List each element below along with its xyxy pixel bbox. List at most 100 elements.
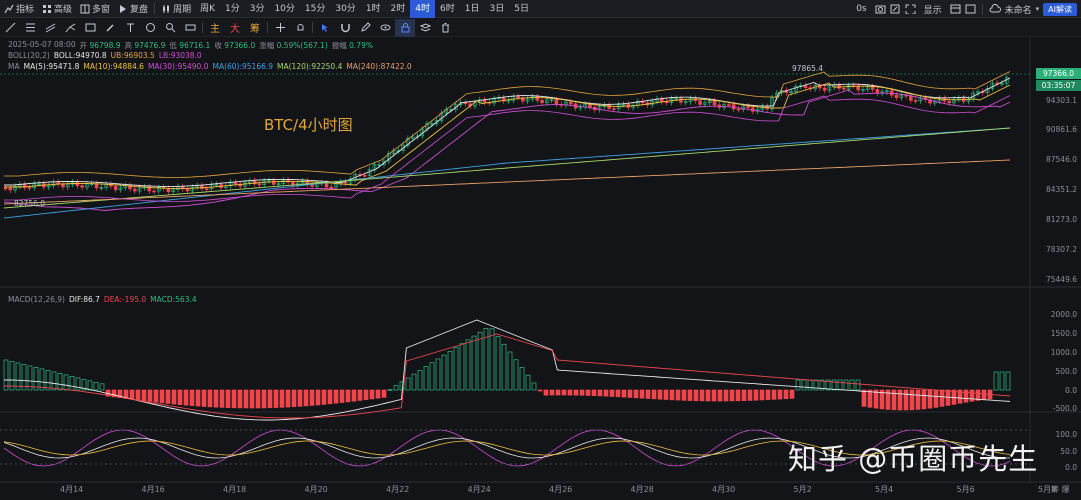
visibility-icon[interactable] [375,19,395,37]
macd-bar [591,389,597,397]
macd-bar [291,389,297,408]
macd-bar [849,379,855,391]
price-axis-label: 84351.2 [1045,185,1077,194]
interval-tab[interactable]: 1时 [361,0,386,18]
replay-label: 复盘 [130,5,149,15]
candle-body [540,99,544,104]
interval-tab[interactable]: 周K [195,0,220,18]
brush-icon[interactable] [100,19,120,37]
crosshair-icon[interactable] [270,19,290,37]
chevron-down-icon[interactable]: ▾ [1036,5,1040,13]
interval-tab[interactable]: 6时 [435,0,460,18]
macd-bar [165,389,171,404]
candle-body [664,101,669,104]
interval-tab[interactable]: 3分 [245,0,270,18]
replay-icon [120,4,127,13]
window-icon[interactable] [965,4,976,14]
low-marker: 82756.0 [14,199,46,208]
interval-tab[interactable]: 1分 [220,0,245,18]
magnet-icon[interactable] [335,19,355,37]
pitchfork-icon[interactable] [60,19,80,37]
edit-icon[interactable] [890,4,901,14]
interval-tab[interactable]: 15分 [300,0,330,18]
rectangle-tool-icon[interactable] [80,19,100,37]
macd-bar [501,343,507,391]
countdown-tag: 03:35:07 [1036,80,1081,91]
macd-bar [321,389,327,405]
layout-icon[interactable] [950,4,961,14]
candle-body [727,104,731,106]
text-tool-icon[interactable] [120,19,140,37]
macd-bar [531,382,537,391]
layout-name[interactable]: 未命名 [1005,0,1032,18]
main-force-button[interactable]: 主 [205,19,225,37]
channel-tool-icon[interactable] [40,19,60,37]
ma60-line [3,127,1011,219]
layers-icon[interactable] [415,19,435,37]
big-order-button[interactable]: 大 [225,19,245,37]
pencil-icon[interactable] [355,19,375,37]
camera-icon[interactable] [875,4,886,14]
macd-axis-label: 0.0 [1065,386,1077,395]
macd-bar [627,389,633,398]
ai-analysis-button[interactable]: AI解读 [1043,2,1077,16]
macd-bar [351,389,357,402]
premium-button[interactable]: 高级 [38,0,76,18]
candle-body [659,98,664,103]
menu-icon[interactable] [20,19,40,37]
indicators-button[interactable]: 指标 [0,0,38,18]
emoji-icon[interactable] [140,19,160,37]
extra-axis-label: 筹 爆 [1051,485,1070,494]
macd-bar [303,389,309,407]
cloud-icon [989,4,1001,13]
chip-button[interactable]: 筹 [245,19,265,37]
line-tool-icon[interactable] [0,19,20,37]
interval-tab[interactable]: 1日 [460,0,485,18]
macd-bar [339,389,345,403]
macd-bar [231,389,237,409]
trash-icon[interactable] [435,19,455,37]
interval-tab[interactable]: 30分 [330,0,360,18]
interval-tab[interactable]: 2时 [386,0,411,18]
date-axis-label: 4月22 [386,485,410,494]
multi-window-button[interactable]: 多窗 [76,0,114,18]
macd-bar [213,389,219,408]
chart-canvas[interactable] [0,38,1081,484]
macd-bar [921,389,927,410]
macd-bar [639,389,645,399]
period-button[interactable]: 周期 [157,0,195,18]
macd-bar [405,377,411,391]
display-button[interactable]: 显示 [920,0,946,18]
interval-tab[interactable]: 10分 [269,0,299,18]
macd-bar [411,373,417,391]
macd-bar [699,389,705,402]
candle-body [362,175,367,177]
macd-bar [201,389,207,407]
macd-bar [477,331,483,391]
alert-icon[interactable] [290,19,310,37]
interval-tab[interactable]: 3日 [484,0,509,18]
zoom-icon[interactable] [160,19,180,37]
macd-bar [897,389,903,411]
macd-bar [135,389,141,401]
macd-bar [333,389,339,404]
macd-bar [777,389,783,400]
lock-icon[interactable] [395,18,415,37]
macd-bar [747,389,753,401]
price-axis-label: 90861.6 [1045,125,1077,134]
macd-bar [327,389,333,405]
date-axis-label: 5月2 [793,485,812,494]
macd-bar [801,379,807,391]
interval-tab[interactable]: 5日 [509,0,534,18]
select-tool-icon[interactable] [315,19,335,37]
candle-body [822,87,827,91]
ma240-line [3,159,1011,205]
interval-tab[interactable]: 4时 [410,0,436,18]
macd-bar [651,389,657,400]
replay-button[interactable]: 复盘 [114,0,152,18]
ruler-icon[interactable] [180,19,200,37]
candle-body [947,100,952,104]
fullscreen-icon[interactable] [905,4,916,14]
macd-bar [621,389,627,398]
macd-bar [345,389,351,403]
